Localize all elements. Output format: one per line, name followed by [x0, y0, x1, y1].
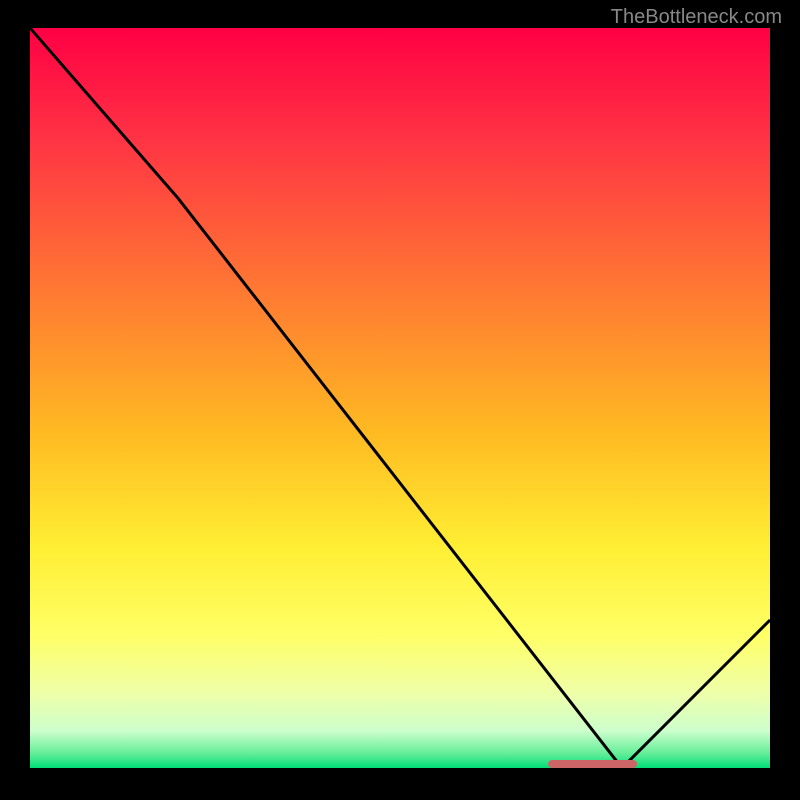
- watermark-text: TheBottleneck.com: [611, 6, 782, 29]
- optimal-marker: [548, 760, 637, 768]
- chart-container: [30, 28, 770, 768]
- chart-line: [30, 28, 770, 768]
